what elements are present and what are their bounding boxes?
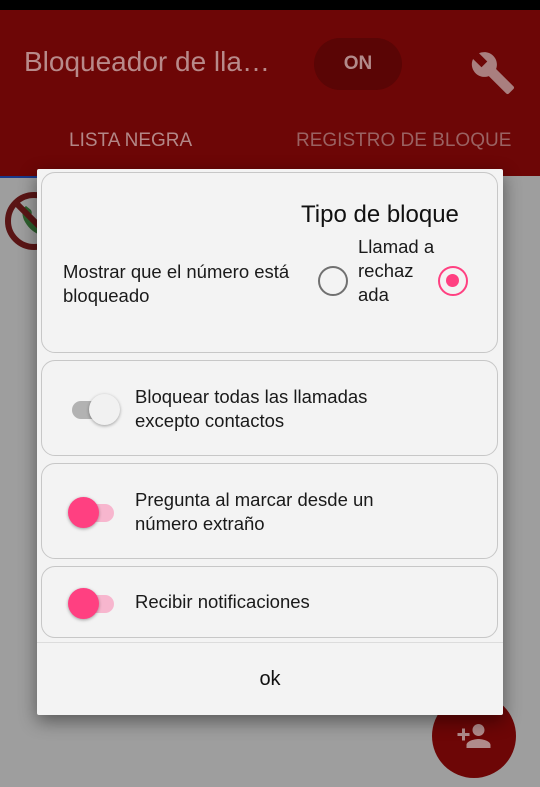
block-all-switch[interactable]	[68, 388, 120, 428]
notifications-card: Recibir notificaciones	[41, 566, 498, 638]
ok-button[interactable]: ok	[37, 643, 503, 715]
switch-thumb	[68, 497, 99, 528]
tab-lista-negra[interactable]: LISTA NEGRA	[69, 130, 192, 152]
block-type-title: Tipo de bloque	[301, 201, 459, 228]
add-person-icon	[457, 724, 491, 748]
list-divider	[0, 176, 38, 178]
ask-strange-label: Pregunta al marcar desde un número extra…	[135, 489, 374, 534]
notifications-label: Recibir notificaciones	[135, 591, 310, 612]
notifications-switch[interactable]	[68, 582, 120, 622]
app-bar: Bloqueador de lla… ON LISTA NEGRA REGIST…	[0, 10, 540, 176]
show-blocked-label: Mostrar que el número está bloqueado	[63, 261, 290, 306]
status-bar	[0, 0, 540, 10]
switch-thumb	[68, 588, 99, 619]
app-title: Bloqueador de lla…	[24, 46, 270, 77]
on-off-toggle[interactable]: ON	[314, 38, 402, 90]
ask-strange-switch[interactable]	[68, 491, 120, 531]
tab-registro-de-bloque[interactable]: REGISTRO DE BLOQUE	[296, 130, 511, 152]
radio-selected-dot	[446, 274, 459, 287]
radio-rejected-call[interactable]	[438, 266, 468, 296]
block-type-card: Mostrar que el número está bloqueado Tip…	[41, 172, 498, 353]
radio-option-label: Llamad a rechaz ada	[358, 236, 435, 305]
settings-dialog: Mostrar que el número está bloqueado Tip…	[37, 169, 503, 715]
radio-unselected[interactable]	[318, 266, 348, 296]
block-all-card: Bloquear todas las llamadas excepto cont…	[41, 360, 498, 456]
wrench-icon[interactable]	[470, 50, 516, 96]
block-all-label: Bloquear todas las llamadas excepto cont…	[135, 386, 368, 431]
ask-strange-card: Pregunta al marcar desde un número extra…	[41, 463, 498, 559]
switch-thumb	[89, 394, 120, 425]
